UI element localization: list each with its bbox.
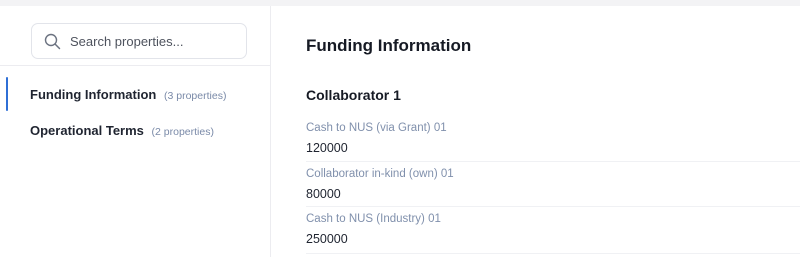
sidebar-item-title: Funding Information: [30, 87, 157, 102]
property-value[interactable]: 250000: [306, 232, 348, 246]
sidebar-item-title: Operational Terms: [30, 123, 144, 138]
property-label: Collaborator in-kind (own) 01: [306, 168, 454, 180]
property-row: Collaborator in-kind (own) 01 80000: [306, 168, 800, 208]
property-label: Cash to NUS (Industry) 01: [306, 213, 441, 225]
sidebar-item-operational-terms[interactable]: Operational Terms (2 properties): [0, 113, 271, 147]
property-value[interactable]: 80000: [306, 187, 341, 201]
search-input[interactable]: [70, 24, 240, 58]
page-title: Funding Information: [306, 36, 472, 55]
search-box[interactable]: [31, 23, 247, 59]
property-value[interactable]: 120000: [306, 141, 348, 155]
property-divider: [306, 253, 800, 254]
sidebar-item-label: Funding Information (3 properties): [30, 87, 226, 102]
property-row: Cash to NUS (via Grant) 01 120000: [306, 122, 800, 162]
sidebar-item-count: (2 properties): [151, 126, 214, 138]
sidebar-item-funding-information[interactable]: Funding Information (3 properties): [0, 77, 271, 111]
search-icon: [44, 33, 61, 50]
active-indicator: [6, 77, 8, 111]
property-label: Cash to NUS (via Grant) 01: [306, 122, 447, 134]
main-panel: Funding Information Collaborator 1 Cash …: [272, 6, 800, 257]
app: Funding Information (3 properties) Opera…: [0, 0, 800, 257]
sidebar-divider: [0, 65, 271, 66]
property-divider: [306, 206, 800, 207]
sidebar: Funding Information (3 properties) Opera…: [0, 6, 271, 257]
property-divider: [306, 161, 800, 162]
sidebar-item-count: (3 properties): [164, 90, 227, 102]
section-title: Collaborator 1: [306, 87, 401, 103]
sidebar-item-label: Operational Terms (2 properties): [30, 123, 214, 138]
property-row: Cash to NUS (Industry) 01 250000: [306, 213, 800, 253]
